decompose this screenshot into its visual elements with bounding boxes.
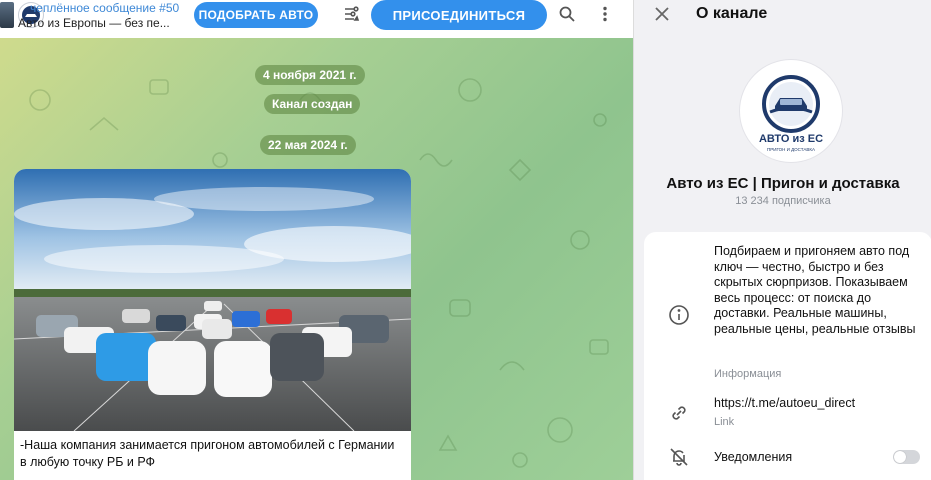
subscriber-count: 13 234 подписчика — [735, 195, 831, 207]
date-chip: 4 ноября 2021 г. — [255, 65, 365, 85]
channel-link[interactable]: https://t.me/autoeu_direct — [714, 396, 855, 410]
logo-text-main: АВТО из ЕС — [759, 133, 823, 145]
panel-title: О канале — [696, 5, 768, 22]
pinned-thumbnail[interactable] — [0, 2, 14, 28]
toggle-knob — [894, 451, 906, 463]
chat-area: чеплённое сообщение #50 Авто из Европы —… — [0, 0, 633, 480]
join-channel-button[interactable]: ПРИСОЕДИНИТЬСЯ — [371, 0, 547, 30]
date-chip: 22 мая 2024 г. — [260, 135, 356, 155]
channel-description: Подбираем и пригоняем авто под ключ — че… — [714, 244, 916, 336]
service-message-channel-created: Канал создан — [264, 94, 361, 114]
bell-off-icon — [668, 446, 690, 468]
pick-car-button[interactable]: ПОДОБРАТЬ АВТО — [194, 2, 318, 28]
chat-header: чеплённое сообщение #50 Авто из Европы —… — [0, 0, 633, 38]
channel-logo-icon: АВТО из ЕС ПРИГОН И ДОСТАВКА — [759, 75, 823, 152]
link-label: Link — [714, 416, 735, 428]
channel-name: Авто из ЕС | Пригон и доставка — [666, 175, 900, 192]
close-icon[interactable] — [652, 4, 672, 24]
notifications-toggle[interactable] — [893, 450, 920, 464]
notifications-label: Уведомления — [714, 450, 793, 464]
search-icon[interactable] — [556, 3, 578, 25]
description-label: Информация — [714, 368, 782, 380]
filter-icon[interactable] — [340, 3, 362, 25]
channel-avatar[interactable]: АВТО из ЕС ПРИГОН И ДОСТАВКА — [740, 60, 842, 162]
channel-info-panel: О канале АВТО из ЕС ПРИГОН И ДОСТАВКА Ав… — [633, 0, 931, 480]
channel-message[interactable]: -Наша компания занимается пригоном автом… — [14, 169, 411, 480]
link-icon — [668, 402, 690, 424]
channel-info-card: Подбираем и пригоняем авто под ключ — че… — [644, 232, 931, 480]
message-text: -Наша компания занимается пригоном автом… — [20, 438, 395, 469]
info-icon — [668, 304, 690, 326]
more-vertical-icon[interactable] — [594, 3, 616, 25]
pinned-message-title[interactable]: чеплённое сообщение #50 — [30, 1, 190, 15]
pinned-message-text[interactable]: Авто из Европы — без пе... — [18, 16, 186, 30]
message-photo[interactable] — [14, 169, 411, 431]
logo-text-sub: ПРИГОН И ДОСТАВКА — [767, 147, 815, 152]
